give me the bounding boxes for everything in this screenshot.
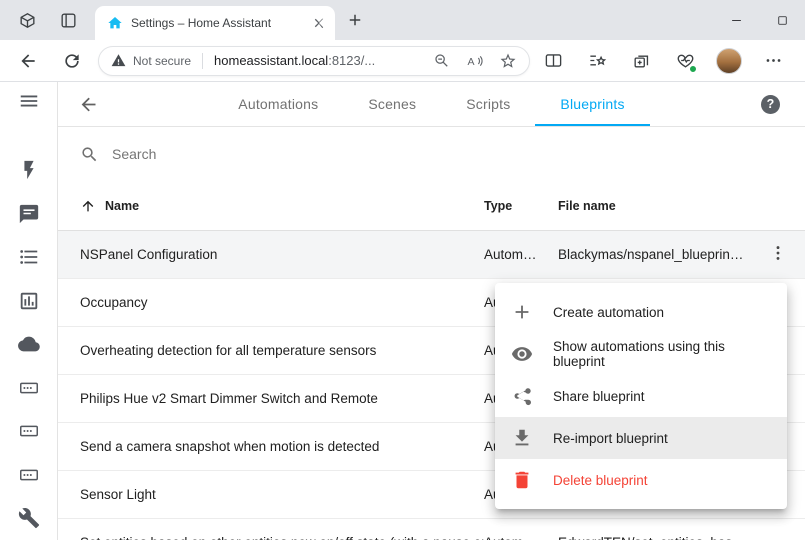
row-name: Sensor Light [80,487,484,502]
row-name: NSPanel Configuration [80,247,484,262]
column-label: File name [558,199,616,213]
tab-label: Blueprints [560,96,624,112]
favorite-star-icon[interactable] [499,52,517,70]
column-label: Type [484,199,512,213]
split-screen-icon[interactable] [531,51,575,70]
blueprint-context-menu: Create automation Show automations using… [495,283,787,509]
tab-automations[interactable]: Automations [213,82,343,126]
share-icon [511,385,533,407]
read-aloud-icon[interactable]: A [466,52,484,70]
menu-item-create-automation[interactable]: Create automation [495,291,787,333]
table-row[interactable]: Set entities based on other entities new… [58,519,805,540]
tab-title: Settings – Home Assistant [131,16,303,30]
tab-label: Scenes [368,96,416,112]
row-name: Overheating detection for all temperatur… [80,343,484,358]
sidebar-item-server-2[interactable] [0,410,57,454]
plus-icon [511,301,533,323]
sidebar-item-assist[interactable] [0,192,57,236]
blueprint-tabs: Automations Scenes Scripts Blueprints [58,82,805,126]
page-back-icon[interactable] [78,94,99,115]
sidebar-item-server-3[interactable] [0,453,57,497]
browser-tab[interactable]: Settings – Home Assistant [95,6,335,40]
browser-nav-bar: Not secure homeassistant.local:8123/... … [0,40,805,82]
menu-item-label: Delete blueprint [553,473,648,488]
tab-actions-icon[interactable] [59,11,78,30]
row-type: Autom… [484,247,558,262]
menu-item-share-blueprint[interactable]: Share blueprint [495,375,787,417]
row-name: Philips Hue v2 Smart Dimmer Switch and R… [80,391,484,406]
sort-ascending-icon [80,198,96,214]
workspaces-icon[interactable] [18,11,37,30]
column-file-name[interactable]: File name [558,199,755,213]
search-icon [80,145,99,164]
tab-label: Scripts [466,96,510,112]
avatar-image [716,48,742,74]
tab-blueprints[interactable]: Blueprints [535,82,649,126]
collections-icon[interactable] [619,51,663,70]
row-name: Set entities based on other entities new… [80,535,484,540]
row-name: Occupancy [80,295,484,310]
column-type[interactable]: Type [484,199,558,213]
sidebar-item-cloud[interactable] [0,323,57,367]
favorites-icon[interactable] [575,51,619,70]
search-input[interactable] [112,146,783,162]
trash-icon [511,469,533,491]
svg-text:A: A [468,55,475,67]
divider [202,53,203,69]
address-bar[interactable]: Not secure homeassistant.local:8123/... … [98,46,530,76]
ha-sidebar [0,82,58,540]
help-icon[interactable]: ? [761,95,780,114]
row-file: Blackymas/nspanel_blueprin… [558,247,755,262]
browser-menu-icon[interactable] [751,51,795,70]
profile-avatar[interactable] [707,48,751,74]
tab-close-icon[interactable] [311,15,327,31]
row-overflow-menu-icon[interactable] [768,243,792,267]
browser-essentials-icon[interactable] [663,51,707,70]
sidebar-item-lists[interactable] [0,236,57,280]
tab-scripts[interactable]: Scripts [441,82,535,126]
minimize-button[interactable] [713,0,759,40]
table-header: Name Type File name [58,181,805,231]
eye-icon [511,343,533,365]
row-name: Send a camera snapshot when motion is de… [80,439,484,454]
search-bar[interactable] [58,127,805,181]
not-secure-warning-icon [111,53,126,68]
new-tab-button[interactable] [346,11,364,29]
sidebar-item-server-1[interactable] [0,366,57,410]
menu-item-show-automations[interactable]: Show automations using this blueprint [495,333,787,375]
browser-tab-strip: Settings – Home Assistant [0,0,805,40]
home-assistant-favicon [107,15,123,31]
table-row[interactable]: NSPanel Configuration Autom… Blackymas/n… [58,231,805,279]
sidebar-item-developer-tools[interactable] [0,497,57,540]
security-label: Not secure [133,54,191,68]
row-file: EdwardTEN/set_entities_bas… [558,535,755,540]
zoom-out-icon[interactable] [433,52,451,70]
essentials-status-badge [689,65,697,73]
menu-item-label: Share blueprint [553,389,645,404]
refresh-icon[interactable] [62,51,82,71]
menu-item-reimport-blueprint[interactable]: Re-import blueprint [495,417,787,459]
tab-scenes[interactable]: Scenes [343,82,441,126]
ha-page-header: Automations Scenes Scripts Blueprints ? [58,82,805,127]
row-type: Autom… [484,535,558,540]
menu-item-delete-blueprint[interactable]: Delete blueprint [495,459,787,501]
url-host: homeassistant.local [214,53,328,68]
sidebar-item-energy[interactable] [0,149,57,193]
import-icon [511,427,533,449]
url-text: homeassistant.local:8123/... [214,53,375,68]
menu-item-label: Create automation [553,305,664,320]
sidebar-item-history[interactable] [0,279,57,323]
url-path: :8123/... [328,53,375,68]
maximize-button[interactable] [759,0,805,40]
column-label: Name [105,199,139,213]
column-name[interactable]: Name [80,198,484,214]
tab-label: Automations [238,96,318,112]
back-icon[interactable] [18,51,38,71]
menu-item-label: Show automations using this blueprint [553,339,771,369]
menu-item-label: Re-import blueprint [553,431,668,446]
sidebar-menu-icon[interactable] [18,90,40,112]
